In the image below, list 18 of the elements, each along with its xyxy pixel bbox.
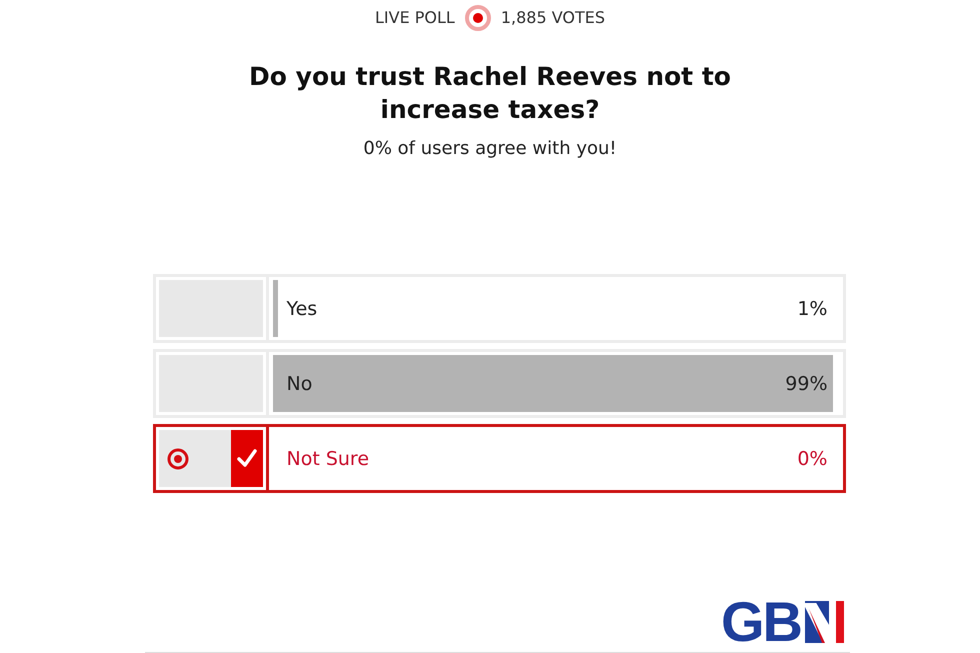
logo-text: GB <box>721 599 801 645</box>
option-percent: 99% <box>785 372 828 394</box>
option-percent: 0% <box>797 448 828 470</box>
option-label: Yes <box>286 298 318 320</box>
check-icon <box>230 430 262 487</box>
poll-option[interactable]: Not Sure 0% <box>152 424 846 493</box>
poll-option[interactable]: Yes 1% <box>152 274 846 343</box>
poll-option[interactable]: No 99% <box>152 349 846 418</box>
option-label: Not Sure <box>286 448 370 470</box>
result-message: 0% of users agree with you! <box>363 137 617 161</box>
poll-question: Do you trust Rachel Reeves not to increase taxes? <box>248 61 732 126</box>
option-label: No <box>286 372 312 394</box>
vote-count: 1,885 VOTES <box>500 8 606 28</box>
option-percent: 1% <box>797 298 828 320</box>
live-indicator-icon <box>464 5 491 31</box>
live-poll-label: LIVE POLL <box>374 8 455 28</box>
logo-emblem-icon <box>805 601 845 643</box>
target-icon <box>166 448 188 470</box>
